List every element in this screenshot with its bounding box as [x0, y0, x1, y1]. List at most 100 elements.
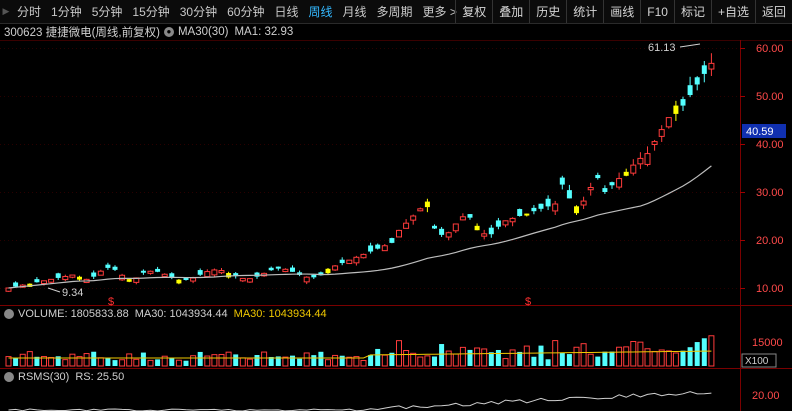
volume-bar — [126, 353, 133, 367]
volume-bar — [360, 359, 367, 367]
volume-bar — [432, 356, 437, 366]
candle-body — [282, 268, 289, 273]
candle-body — [290, 267, 295, 272]
candle-body — [389, 238, 395, 243]
candle-body — [538, 203, 544, 209]
dividend-marker-1[interactable]: $ — [108, 296, 114, 308]
candle-body — [346, 259, 353, 265]
price-tick-label: 60.00 — [756, 43, 784, 55]
volume-bar — [233, 354, 239, 366]
volume-bar — [417, 356, 424, 367]
kline-chart[interactable]: 60.00 50.00 40.00 30.00 20.00 10.00 40.59 61.… — [0, 0, 792, 411]
candle-body — [658, 129, 665, 137]
candle-body — [502, 220, 509, 226]
volume-bar — [609, 351, 615, 366]
candle-body — [303, 276, 310, 283]
candle-body — [481, 233, 488, 237]
candle-body — [360, 253, 367, 259]
dividend-marker-2[interactable]: $ — [525, 296, 531, 308]
volume-bar — [254, 355, 260, 366]
volume-bars — [5, 335, 715, 367]
candle-body — [439, 228, 445, 235]
candle-body — [452, 223, 459, 232]
candle-body — [176, 279, 182, 284]
volume-bar — [346, 356, 353, 367]
candle-body — [197, 270, 203, 275]
volume-bar — [13, 358, 19, 366]
volume-bar — [197, 351, 203, 366]
candle-body — [55, 273, 61, 278]
volume-bar — [452, 353, 459, 367]
candle-body — [275, 266, 281, 269]
price-tick-label: 30.00 — [756, 187, 784, 199]
volume-bar — [566, 354, 572, 366]
candle-body — [311, 274, 317, 278]
volume-bar — [637, 341, 644, 367]
candle-body — [62, 275, 69, 281]
candle-body — [161, 273, 168, 277]
volume-bar — [147, 359, 154, 367]
candle-body — [524, 213, 530, 216]
candle-body — [325, 268, 331, 274]
high-price-label: 61.13 — [648, 42, 676, 54]
candle-body — [574, 206, 579, 214]
volume-bar — [375, 348, 381, 366]
volume-bar — [559, 352, 565, 366]
candle-body — [552, 203, 559, 212]
candle-body — [190, 277, 197, 282]
candle-body — [467, 214, 473, 218]
volume-bar — [658, 349, 665, 367]
volume-bar — [211, 354, 218, 367]
volume-bar — [687, 347, 693, 366]
volume-bar — [424, 355, 431, 367]
volume-bar — [665, 350, 672, 367]
candle-body — [339, 259, 345, 264]
candle-body — [13, 282, 19, 287]
volume-bar — [325, 359, 331, 367]
volume-bar — [495, 349, 501, 366]
candle-body — [474, 225, 480, 231]
candle-body — [246, 278, 253, 283]
price-grid — [0, 48, 740, 289]
volume-bar — [97, 357, 104, 367]
volume-bar — [62, 359, 69, 367]
volume-bar — [680, 350, 686, 366]
volume-bar — [190, 355, 197, 367]
candle-body — [147, 270, 154, 274]
volume-bar — [651, 350, 658, 367]
candle-body — [545, 198, 551, 207]
candle-body — [368, 245, 374, 252]
candle-body — [488, 227, 494, 235]
price-tick-label: 20.00 — [756, 235, 784, 247]
volume-bar — [595, 356, 601, 366]
volume-bar — [91, 351, 97, 366]
rs-tick: 20.00 — [752, 390, 780, 402]
candle-body — [509, 217, 516, 223]
volume-bar — [48, 356, 55, 367]
candle-body — [268, 267, 274, 271]
candle-body — [602, 188, 608, 192]
candle-body — [410, 215, 417, 221]
candle-body — [375, 244, 381, 249]
volume-bar — [502, 358, 509, 367]
volume-bar — [459, 346, 466, 367]
candle-body — [417, 208, 424, 212]
volume-bar — [523, 345, 530, 367]
candle-body — [183, 277, 189, 280]
volume-bar — [616, 346, 623, 367]
candle-body — [105, 264, 111, 268]
volume-bar — [623, 346, 630, 367]
volume-bar — [701, 338, 707, 366]
volume-bar — [445, 350, 452, 367]
candle-body — [211, 269, 218, 276]
volume-bar — [155, 359, 161, 366]
volume-bar — [538, 345, 544, 366]
volume-bar — [602, 351, 608, 366]
candle-body — [566, 190, 572, 199]
volume-bar — [69, 353, 76, 367]
volume-bar — [303, 352, 310, 367]
candle-body — [77, 276, 82, 280]
candles — [5, 53, 715, 292]
volume-bar — [239, 357, 246, 367]
volume-bar — [332, 354, 339, 367]
